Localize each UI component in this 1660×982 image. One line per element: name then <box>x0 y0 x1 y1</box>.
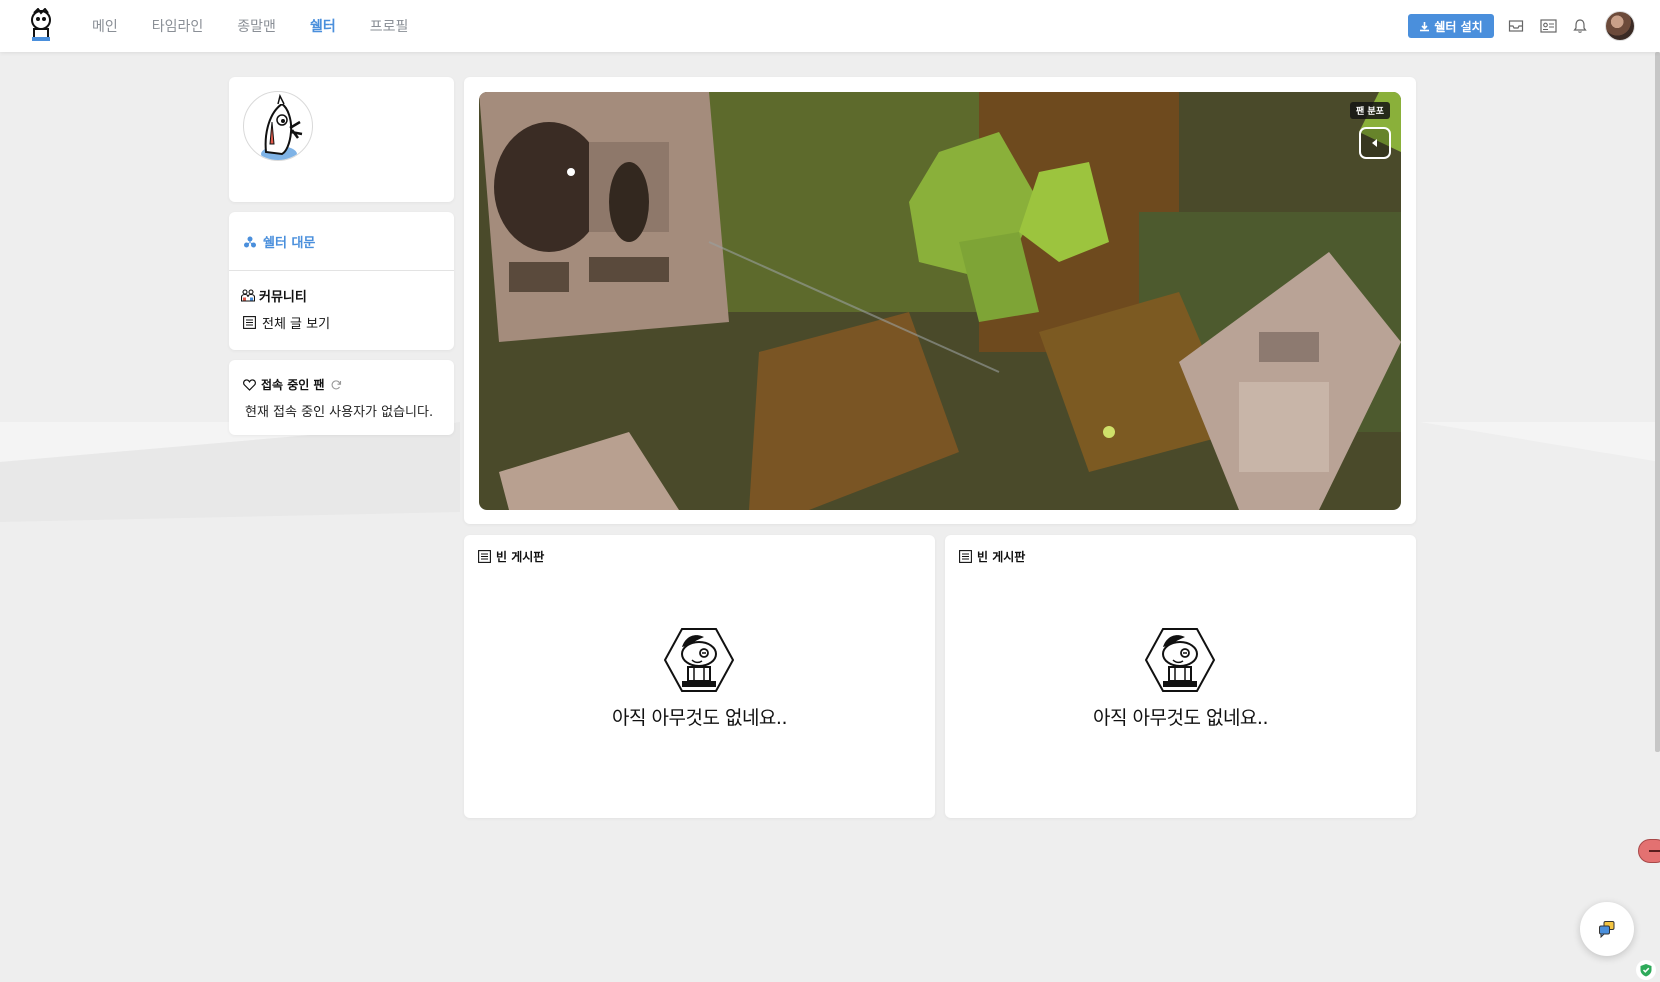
id-card-icon[interactable] <box>1538 16 1558 36</box>
board-empty-message: 아직 아무것도 없네요.. <box>612 707 787 729</box>
chat-icon <box>1599 921 1615 938</box>
banner-card <box>464 77 1416 524</box>
online-fans-card: 접속 중인 팬 현재 접속 중인 사용자가 없습니다. <box>229 360 454 435</box>
community-heading: 커뮤니티 <box>241 286 307 305</box>
empty-mascot-icon <box>664 628 734 692</box>
board-title-label: 빈 게시판 <box>496 550 545 564</box>
inbox-icon[interactable] <box>1506 16 1526 36</box>
nav-item-main[interactable]: 메인 <box>92 16 118 36</box>
security-shield-icon <box>1636 960 1656 980</box>
list-icon <box>478 550 491 563</box>
board-empty-message: 아직 아무것도 없네요.. <box>1093 707 1268 729</box>
shelter-menu-card: 쉘터 대문 커뮤니티 전체 글 보기 <box>229 212 454 350</box>
shelter-profile-card <box>229 77 454 202</box>
online-fans-label: 접속 중인 팬 <box>261 378 325 392</box>
shelter-avatar <box>243 91 313 161</box>
community-label: 커뮤니티 <box>259 290 307 305</box>
menu-divider <box>229 270 454 271</box>
user-avatar[interactable] <box>1605 11 1635 41</box>
board-title[interactable]: 빈 게시판 <box>959 548 1025 565</box>
online-empty-message: 현재 접속 중인 사용자가 없습니다. <box>245 405 434 420</box>
bell-icon[interactable] <box>1570 16 1590 36</box>
fan-distribution-badge: 팬 분포 <box>1350 102 1390 119</box>
people-icon <box>241 289 255 302</box>
nav-item-profile[interactable]: 프로필 <box>370 16 409 36</box>
board-title[interactable]: 빈 게시판 <box>478 548 544 565</box>
board-title-label: 빈 게시판 <box>977 550 1026 564</box>
download-icon <box>1420 21 1430 31</box>
caret-left-icon <box>1372 139 1377 147</box>
list-icon <box>959 550 972 563</box>
top-navigation-bar: 메인 타임라인 종말맨 쉘터 프로필 쉘터 설치 <box>0 0 1660 52</box>
nav-item-timeline[interactable]: 타임라인 <box>152 16 204 36</box>
heart-icon <box>243 378 256 391</box>
all-posts-link[interactable]: 전체 글 보기 <box>243 313 330 332</box>
mascot-icon <box>261 93 303 160</box>
side-collapse-tab[interactable] <box>1638 839 1660 863</box>
cluster-icon <box>244 236 256 247</box>
online-fans-heading: 접속 중인 팬 <box>243 376 342 393</box>
board-card-right: 빈 게시판 아직 아무것도 없네요.. <box>945 535 1416 818</box>
all-posts-label: 전체 글 보기 <box>262 317 331 332</box>
nav-item-shelter[interactable]: 쉘터 <box>310 16 336 36</box>
empty-mascot-icon <box>1145 628 1215 692</box>
nav-item-doomsday[interactable]: 종말맨 <box>237 16 276 36</box>
banner-collapse-button[interactable] <box>1359 127 1391 159</box>
main-nav: 메인 타임라인 종말맨 쉘터 프로필 <box>92 0 408 52</box>
logo-icon[interactable] <box>26 8 56 42</box>
page-scrollbar[interactable] <box>1655 52 1660 752</box>
shelter-home-link[interactable]: 쉘터 대문 <box>243 232 315 251</box>
board-card-left: 빈 게시판 아직 아무것도 없네요.. <box>464 535 935 818</box>
install-shelter-button[interactable]: 쉘터 설치 <box>1408 14 1494 38</box>
chat-button[interactable] <box>1580 902 1634 956</box>
install-shelter-label: 쉘터 설치 <box>1434 19 1483 34</box>
refresh-icon[interactable] <box>330 379 342 391</box>
banner-image <box>479 92 1401 510</box>
shelter-home-label: 쉘터 대문 <box>263 236 316 251</box>
list-icon <box>243 316 256 329</box>
